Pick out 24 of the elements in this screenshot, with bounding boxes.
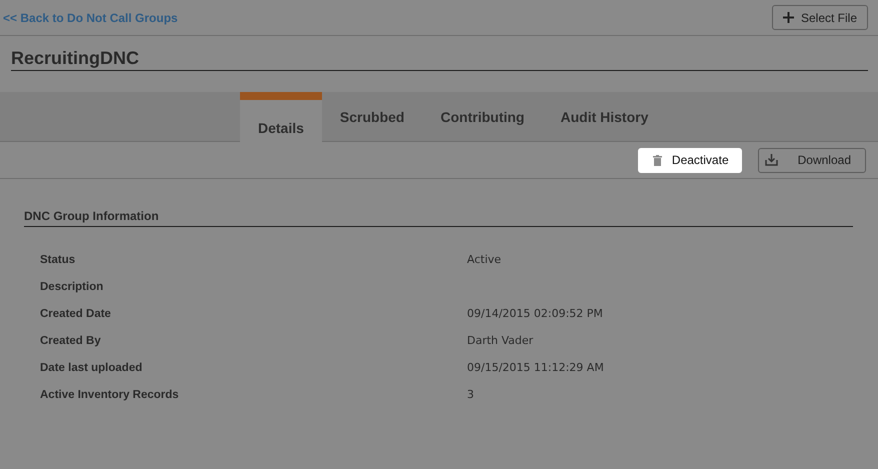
deactivate-button[interactable]: Deactivate bbox=[638, 148, 742, 172]
field-value: Active bbox=[467, 252, 502, 268]
field-value: 09/15/2015 11:12:29 AM bbox=[467, 360, 604, 376]
field-value: 3 bbox=[467, 387, 474, 404]
select-file-button[interactable]: Select File bbox=[772, 5, 868, 30]
trash-icon bbox=[652, 154, 662, 166]
tab[interactable]: Contributing bbox=[422, 92, 542, 142]
tab[interactable]: Scrubbed bbox=[322, 92, 422, 142]
tab[interactable]: Details bbox=[240, 92, 322, 142]
field-label: Active Inventory Records bbox=[40, 388, 180, 403]
field-value: Darth Vader bbox=[467, 333, 534, 350]
download-icon bbox=[764, 154, 778, 166]
field-label: Created Date bbox=[40, 306, 112, 322]
page-title: RecruitingDNC bbox=[11, 36, 868, 71]
field-value: 09/14/2015 02:09:52 PM bbox=[467, 306, 603, 322]
download-button[interactable]: Download bbox=[758, 148, 866, 172]
back-link[interactable]: << Back to Do Not Call Groups bbox=[3, 8, 178, 26]
section-title: DNC Group Information bbox=[24, 207, 853, 227]
field-label: Description bbox=[40, 280, 104, 295]
field-label: Created By bbox=[40, 334, 102, 349]
plus-icon bbox=[782, 12, 794, 23]
field-label: Date last uploaded bbox=[40, 360, 144, 376]
tab[interactable]: Audit History bbox=[542, 92, 666, 142]
field-label: Status bbox=[40, 252, 76, 268]
